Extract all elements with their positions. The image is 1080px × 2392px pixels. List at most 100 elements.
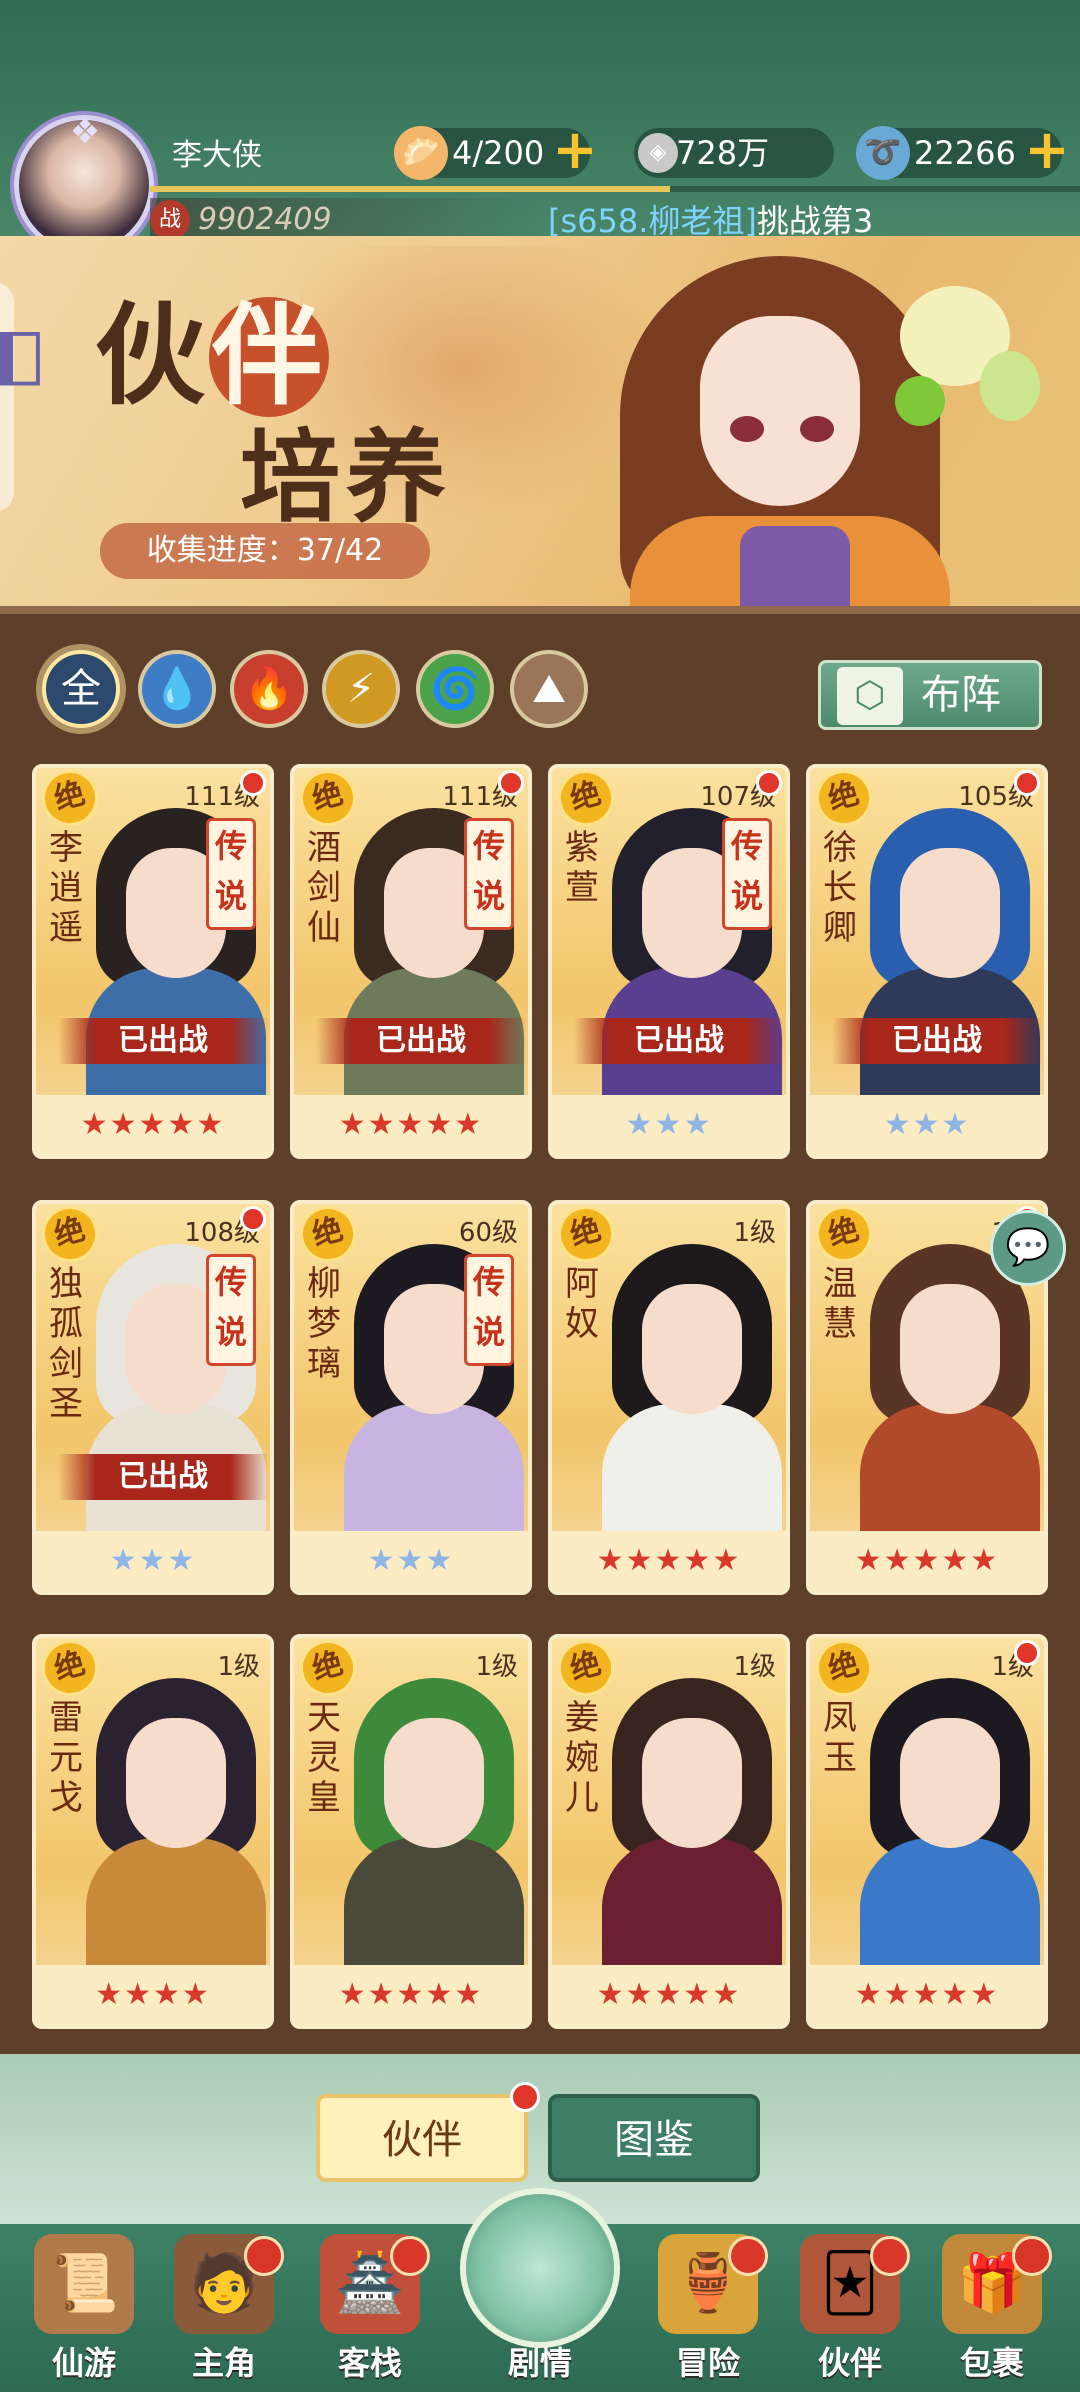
star-rating: ★★★ <box>36 1531 270 1591</box>
nav-maoxian[interactable]: 🏺 冒险 <box>648 2234 768 2384</box>
formation-button[interactable]: ⬡ 布阵 <box>818 660 1042 730</box>
collection-progress: 收集进度：37/42 <box>100 523 430 579</box>
nav-xianyou[interactable]: 📜 仙游 <box>24 2234 144 2384</box>
star-rating: ★★★★★ <box>552 1965 786 2025</box>
partner-name: 阿奴 <box>565 1264 599 1344</box>
star-rating: ★★★★★ <box>36 1095 270 1155</box>
star-rating: ★★★★★ <box>810 1965 1044 2025</box>
partner-portrait <box>850 1668 1040 1968</box>
legend-tag: 传说 <box>206 1254 256 1366</box>
whirlwind-icon: 🌀 <box>430 666 480 712</box>
avatar-frame-wings-icon: ❖ <box>69 112 101 152</box>
partner-name: 凤玉 <box>823 1698 857 1778</box>
partner-card[interactable]: 绝天灵皇 1级 ★★★★★ <box>290 1634 532 2029</box>
partner-card[interactable]: 绝雷元戈 1级 ★★★★ <box>32 1634 274 2029</box>
star-rating: ★★★★ <box>36 1965 270 2025</box>
partner-portrait <box>334 1668 524 1968</box>
star-rating: ★★★★★ <box>294 1095 528 1155</box>
nav-zhujiao[interactable]: 🧑 主角 <box>164 2234 284 2384</box>
star-rating: ★★★ <box>552 1095 786 1155</box>
announcement-player: [s658.柳老祖] <box>548 202 757 240</box>
silver-resource: ◈ 728万 <box>634 128 834 178</box>
partner-card[interactable]: 绝紫萱 107级 传说 已出战 ★★★ <box>548 764 790 1159</box>
nav-xianyou-label: 仙游 <box>51 2344 116 2382</box>
filter-fire-button[interactable]: 🔥 <box>230 650 308 728</box>
partner-notification-dot <box>1014 770 1040 796</box>
filter-wind-button[interactable]: 🌀 <box>416 650 494 728</box>
partner-portrait <box>592 1668 782 1968</box>
fire-icon: 🔥 <box>244 666 294 712</box>
tab-partners-notification-dot <box>510 2082 540 2112</box>
filter-all-label: 全 <box>61 666 101 712</box>
partner-card[interactable]: 绝李逍遥 111级 传说 已出战 ★★★★★ <box>32 764 274 1159</box>
deployed-ribbon: 已出战 <box>574 1018 784 1064</box>
filter-thunder-button[interactable]: ⚡ <box>322 650 400 728</box>
filter-earth-button[interactable]: ⛰ <box>510 650 588 728</box>
partner-notification-dot <box>756 770 782 796</box>
formation-cube-icon: ⬡ <box>837 667 903 725</box>
partner-card[interactable]: 绝独孤剑圣 108级 传说 已出战 ★★★ <box>32 1200 274 1595</box>
tab-codex[interactable]: 图鉴 <box>548 2094 760 2182</box>
filter-water-button[interactable]: 💧 <box>138 650 216 728</box>
legend-tag: 传说 <box>464 818 514 930</box>
banner-title-char-1: 伙 <box>95 291 209 420</box>
exp-progress-bar <box>150 186 1080 192</box>
partner-portrait <box>76 1668 266 1968</box>
nav-kezhan-label: 客栈 <box>337 2344 402 2382</box>
partner-name: 紫萱 <box>565 828 599 908</box>
nav-maoxian-label: 冒险 <box>675 2344 740 2382</box>
partner-notification-dot <box>240 770 266 796</box>
star-rating: ★★★ <box>810 1095 1044 1155</box>
silver-value: 728万 <box>676 134 770 172</box>
filter-all-button[interactable]: 全 <box>42 650 120 728</box>
star-rating: ★★★★★ <box>552 1531 786 1591</box>
partner-name: 独孤剑圣 <box>49 1264 83 1424</box>
nav-maoxian-notification-dot <box>728 2236 768 2276</box>
partner-card[interactable]: 绝阿奴 1级 ★★★★★ <box>548 1200 790 1595</box>
add-jade-button[interactable]: + <box>1024 123 1070 177</box>
nav-kezhan-notification-dot <box>390 2236 430 2276</box>
tab-codex-label: 图鉴 <box>614 2117 694 2163</box>
announcement-text: 挑战第3 <box>756 202 874 240</box>
partner-level: 1级 <box>475 1652 518 1682</box>
partner-panel: 全 💧 🔥 ⚡ 🌀 ⛰ ⬡ 布阵 绝李逍遥 111级 传说 已出战 ★★★★★ 绝酒剑仙 1… <box>0 606 1080 2056</box>
star-rating: ★★★★★ <box>294 1965 528 2025</box>
water-drop-icon: 💧 <box>152 666 202 712</box>
side-drawer-tab[interactable]: ◧ <box>0 282 46 512</box>
jade-resource: ➰ 22266 + <box>856 123 1070 180</box>
partner-card[interactable]: 绝酒剑仙 111级 传说 已出战 ★★★★★ <box>290 764 532 1159</box>
mountain-icon: ⛰ <box>532 666 566 712</box>
partner-card[interactable]: 绝徐长卿 105级 已出战 ★★★ <box>806 764 1048 1159</box>
nav-juqing[interactable]: 剧情 <box>460 2188 620 2384</box>
add-stamina-button[interactable]: + <box>552 123 598 177</box>
deployed-ribbon: 已出战 <box>316 1018 526 1064</box>
partner-name: 李逍遥 <box>49 828 83 948</box>
tab-partners-label: 伙伴 <box>382 2117 462 2163</box>
bottom-nav: 📜 仙游 🧑 主角 🏯 客栈 剧情 🏺 冒险 🃏 伙伴 🎁 包裹 <box>0 2188 1080 2392</box>
nav-huoban-label: 伙伴 <box>817 2344 882 2382</box>
collection-value: 37/42 <box>296 533 384 568</box>
nav-zhujiao-notification-dot <box>244 2236 284 2276</box>
tab-partners[interactable]: 伙伴 <box>316 2082 540 2182</box>
partner-card[interactable]: 绝柳梦璃 60级 传说 ★★★ <box>290 1200 532 1595</box>
stamina-value: 4/200 <box>452 134 545 172</box>
nav-baoguo[interactable]: 🎁 包裹 <box>932 2234 1052 2384</box>
star-rating: ★★★★★ <box>810 1531 1044 1591</box>
nav-juqing-label: 剧情 <box>507 2344 572 2382</box>
partner-level: 1级 <box>217 1652 260 1682</box>
lightning-icon: ⚡ <box>346 666 376 712</box>
partner-name: 温慧 <box>823 1264 857 1344</box>
nav-kezhan[interactable]: 🏯 客栈 <box>310 2234 430 2384</box>
chat-bubble-icon[interactable]: 💬 <box>990 1210 1066 1286</box>
sprite-mascot-illustration <box>885 256 1040 446</box>
partner-card[interactable]: 绝凤玉 1级 ★★★★★ <box>806 1634 1048 2029</box>
nav-huoban[interactable]: 🃏 伙伴 <box>790 2234 910 2384</box>
partner-notification-dot <box>498 770 524 796</box>
combat-power-icon: 战 <box>150 200 190 240</box>
partner-card[interactable]: 绝姜婉儿 1级 ★★★★★ <box>548 1634 790 2029</box>
combat-power-value: 9902409 <box>198 202 332 237</box>
partner-name: 天灵皇 <box>307 1698 341 1818</box>
partner-notification-dot <box>240 1206 266 1232</box>
stamina-resource: 🥟 4/200 + <box>394 123 598 180</box>
partner-banner: 伙伴 培养 收集进度：37/42 <box>0 236 1080 606</box>
